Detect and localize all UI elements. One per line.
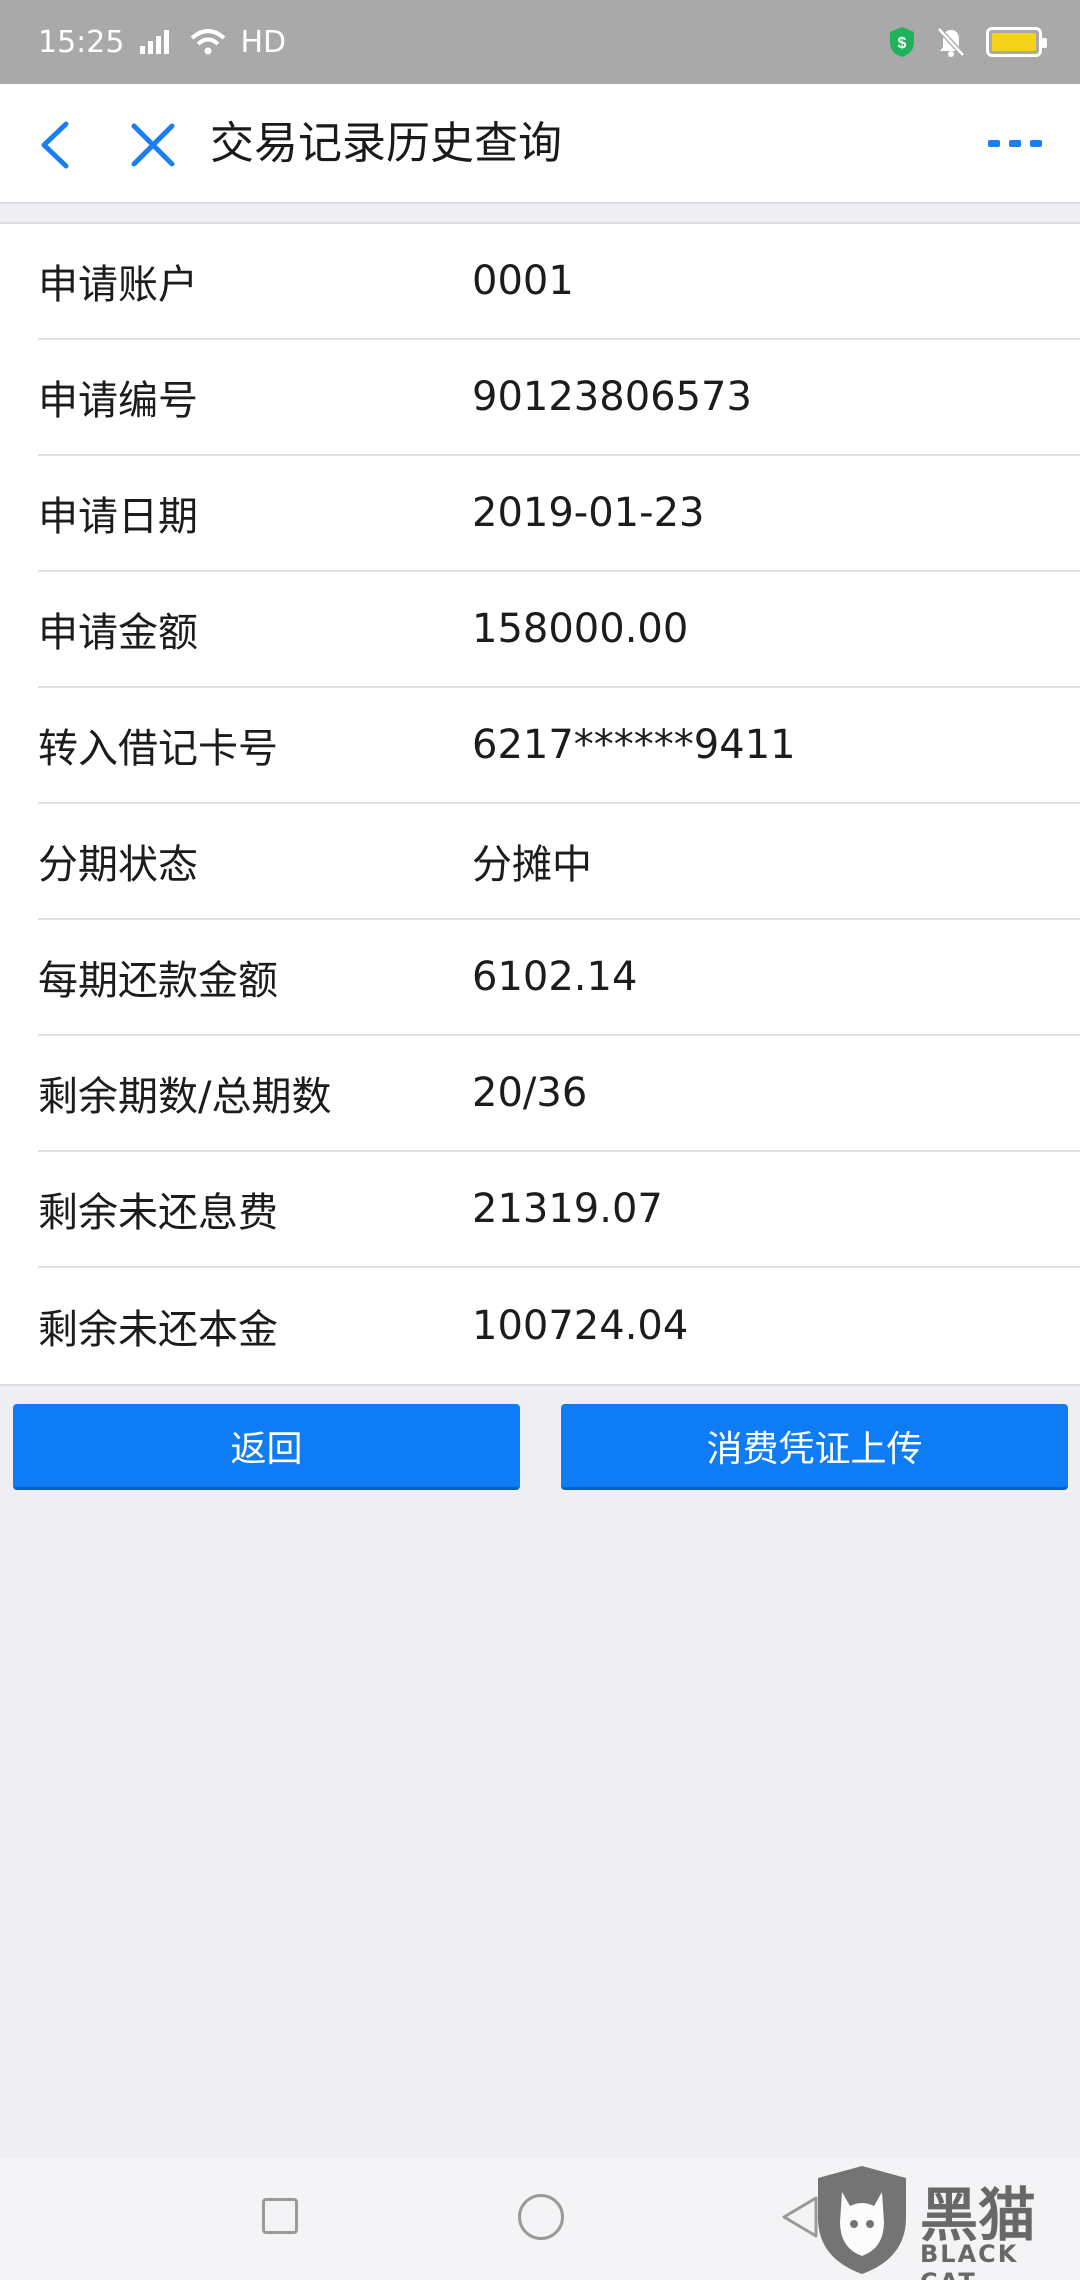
status-time: 15:25 — [38, 24, 125, 60]
detail-row-remaining-principal: 剩余未还本金 100724.04 — [38, 1268, 1080, 1384]
status-right: $ — [888, 25, 1047, 59]
detail-value: 158000.00 — [472, 606, 689, 652]
detail-row-remaining-interest: 剩余未还息费 21319.07 — [38, 1152, 1080, 1268]
detail-label: 分期状态 — [38, 842, 198, 888]
return-button[interactable]: 返回 — [13, 1404, 520, 1490]
detail-row-account: 申请账户 0001 — [38, 224, 1080, 340]
recents-icon[interactable] — [262, 2198, 298, 2234]
detail-row-application-date: 申请日期 2019-01-23 — [38, 456, 1080, 572]
battery-icon — [986, 27, 1047, 57]
home-icon[interactable] — [518, 2194, 564, 2240]
detail-row-payment-per-period: 每期还款金额 6102.14 — [38, 920, 1080, 1036]
mute-bell-icon — [937, 27, 965, 57]
detail-label: 申请日期 — [38, 494, 198, 540]
detail-value: 20/36 — [472, 1070, 588, 1116]
upload-voucher-button[interactable]: 消费凭证上传 — [561, 1404, 1068, 1490]
status-bar: 15:25 HD $ — [0, 0, 1080, 84]
status-left: 15:25 HD — [38, 25, 286, 60]
black-cat-watermark: 黑猫 BLACK CAT — [808, 2160, 1080, 2280]
close-icon[interactable] — [128, 120, 178, 170]
battery-level — [992, 33, 1036, 51]
detail-value: 100724.04 — [472, 1303, 689, 1349]
detail-row-debit-card: 转入借记卡号 6217******9411 — [38, 688, 1080, 804]
detail-value: 90123806573 — [472, 374, 752, 420]
page-title: 交易记录历史查询 — [210, 118, 562, 169]
detail-row-application-number: 申请编号 90123806573 — [38, 340, 1080, 456]
title-bar: 交易记录历史查询 — [0, 84, 1080, 204]
detail-value: 2019-01-23 — [472, 490, 705, 536]
more-icon[interactable] — [986, 134, 1044, 154]
cat-shield-logo-icon — [818, 2166, 906, 2274]
detail-label: 申请账户 — [38, 262, 198, 308]
detail-label: 剩余未还本金 — [38, 1307, 278, 1353]
wifi-icon — [191, 29, 226, 55]
detail-value: 6102.14 — [472, 954, 638, 1000]
detail-list: 申请账户 0001 申请编号 90123806573 申请日期 2019-01-… — [0, 222, 1080, 1386]
signal-icon — [140, 30, 170, 54]
watermark-en-text: BLACK CAT — [920, 2240, 1019, 2280]
back-icon[interactable] — [36, 120, 76, 170]
detail-value: 6217******9411 — [472, 722, 796, 768]
network-label: HD — [240, 24, 287, 60]
detail-label: 每期还款金额 — [38, 958, 278, 1004]
detail-row-application-amount: 申请金额 158000.00 — [38, 572, 1080, 688]
detail-label: 剩余期数/总期数 — [38, 1074, 332, 1120]
detail-label: 申请金额 — [38, 610, 198, 656]
detail-label: 剩余未还息费 — [38, 1190, 278, 1236]
detail-row-remaining-periods: 剩余期数/总期数 20/36 — [38, 1036, 1080, 1152]
detail-label: 申请编号 — [38, 378, 198, 424]
detail-row-installment-status: 分期状态 分摊中 — [38, 804, 1080, 920]
svg-text:$: $ — [898, 35, 907, 52]
security-shield-icon: $ — [890, 27, 914, 57]
detail-label: 转入借记卡号 — [38, 726, 278, 772]
detail-value: 21319.07 — [472, 1186, 663, 1232]
detail-value: 分摊中 — [472, 842, 592, 888]
detail-value: 0001 — [472, 258, 574, 304]
